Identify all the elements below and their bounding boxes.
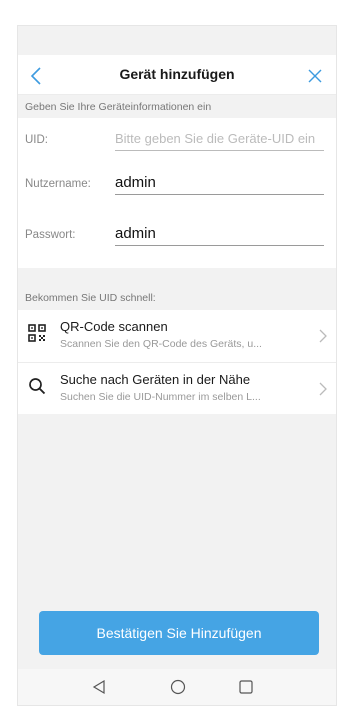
form-hint: Geben Sie Ihre Geräteinformationen ein [25,101,212,113]
list-item-scan-qr[interactable]: QR-Code scannen Scannen Sie den QR-Code … [18,310,336,361]
password-label: Passwort: [25,229,76,241]
chevron-right-icon [319,329,327,343]
qr-code-icon [28,324,46,342]
list-item-subtitle: Suchen Sie die UID-Nummer im selben L... [60,391,261,403]
nav-recents-button[interactable] [237,678,255,696]
uid-label: UID: [25,134,48,146]
confirm-add-button[interactable]: Bestätigen Sie Hinzufügen [39,611,319,655]
uid-input[interactable] [115,127,324,151]
system-nav-bar [18,669,336,705]
list-item-title: QR-Code scannen [60,319,168,334]
search-icon [29,378,46,395]
password-input[interactable] [115,222,324,246]
recents-square-icon [239,680,253,694]
password-row: Passwort: [18,213,336,253]
list-item-search-nearby[interactable]: Suche nach Geräten in der Nähe Suchen Si… [18,362,336,413]
close-button[interactable] [302,63,328,89]
app-header: Gerät hinzufügen [18,55,336,95]
quick-uid-label: Bekommen Sie UID schnell: [25,292,156,304]
username-row: Nutzername: [18,162,336,202]
nav-home-button[interactable] [169,678,187,696]
username-input[interactable] [115,171,324,195]
uid-row: UID: [18,118,336,158]
nav-back-button[interactable] [90,678,108,696]
home-circle-icon [170,679,186,695]
chevron-right-icon [319,382,327,396]
back-triangle-icon [92,679,105,695]
device-info-form: UID: Nutzername: Passwort: [18,118,336,268]
device-screen: Gerät hinzufügen Geben Sie Ihre Gerätein… [17,25,337,706]
username-label: Nutzername: [25,178,91,190]
close-icon [308,69,322,83]
page-title: Gerät hinzufügen [119,66,235,82]
quick-uid-list: QR-Code scannen Scannen Sie den QR-Code … [18,310,336,414]
list-item-title: Suche nach Geräten in der Nähe [60,372,251,387]
list-item-subtitle: Scannen Sie den QR-Code des Geräts, u... [60,338,262,350]
status-bar [18,26,336,55]
